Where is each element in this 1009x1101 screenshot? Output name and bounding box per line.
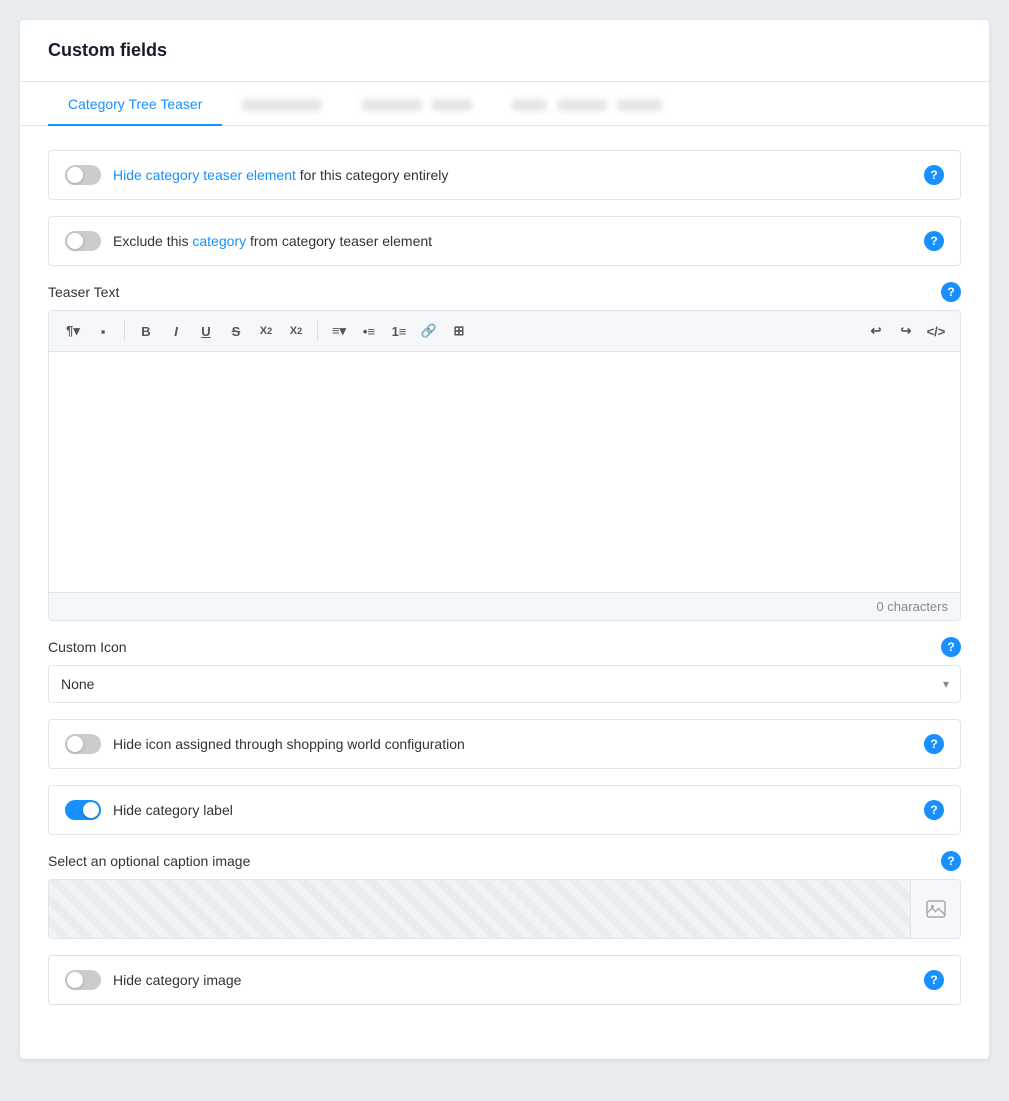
toolbar-format[interactable]: ▪ xyxy=(89,317,117,345)
toolbar-link[interactable]: 🔗 xyxy=(415,317,443,345)
hide-category-teaser-row: Hide category teaser element for this ca… xyxy=(48,150,961,200)
custom-icon-help[interactable]: ? xyxy=(941,637,961,657)
toolbar-ordered-list[interactable]: 1≡ xyxy=(385,317,413,345)
teaser-text-section: Teaser Text ? ¶▾ ▪ B I U S X2 xyxy=(48,282,961,621)
rich-text-editor: ¶▾ ▪ B I U S X2 X2 ≡▾ •≡ xyxy=(48,310,961,621)
editor-content-area[interactable] xyxy=(49,352,960,592)
hide-category-label-toggle[interactable] xyxy=(65,800,101,820)
hide-icon-row: Hide icon assigned through shopping worl… xyxy=(48,719,961,769)
tab-4[interactable] xyxy=(492,84,682,126)
caption-image-section: Select an optional caption image ? xyxy=(48,851,961,939)
hide-category-teaser-label: Hide category teaser element for this ca… xyxy=(113,167,448,183)
caption-image-help[interactable]: ? xyxy=(941,851,961,871)
tab-2[interactable] xyxy=(222,84,342,126)
page-title: Custom fields xyxy=(48,40,961,61)
toolbar-sep-1 xyxy=(124,321,125,341)
exclude-category-help[interactable]: ? xyxy=(924,231,944,251)
hide-category-image-row: Hide category image ? xyxy=(48,955,961,1005)
toolbar-italic[interactable]: I xyxy=(162,317,190,345)
hide-icon-toggle[interactable] xyxy=(65,734,101,754)
card-header: Custom fields xyxy=(20,20,989,82)
image-upload-area[interactable] xyxy=(48,879,961,939)
hide-category-image-help[interactable]: ? xyxy=(924,970,944,990)
toolbar-redo[interactable]: ↪ xyxy=(892,317,920,345)
exclude-category-toggle[interactable] xyxy=(65,231,101,251)
toolbar-underline[interactable]: U xyxy=(192,317,220,345)
hide-category-image-toggle[interactable] xyxy=(65,970,101,990)
hide-icon-label: Hide icon assigned through shopping worl… xyxy=(113,736,465,752)
toolbar-table[interactable]: ⊞ xyxy=(445,317,473,345)
exclude-category-label: Exclude this category from category teas… xyxy=(113,233,432,249)
hide-category-image-label: Hide category image xyxy=(113,972,241,988)
custom-icon-select[interactable]: None xyxy=(48,665,961,703)
hide-category-label-label: Hide category label xyxy=(113,802,233,818)
hide-category-teaser-toggle[interactable] xyxy=(65,165,101,185)
toolbar-superscript[interactable]: X2 xyxy=(252,317,280,345)
hide-category-teaser-help[interactable]: ? xyxy=(924,165,944,185)
custom-fields-card: Custom fields Category Tree Teaser Hide … xyxy=(20,20,989,1059)
toolbar-align[interactable]: ≡▾ xyxy=(325,317,353,345)
toolbar-sep-2 xyxy=(317,321,318,341)
toolbar-undo[interactable]: ↩ xyxy=(862,317,890,345)
custom-icon-label: Custom Icon xyxy=(48,639,127,655)
teaser-text-help[interactable]: ? xyxy=(941,282,961,302)
image-icon xyxy=(925,898,947,920)
toolbar-subscript[interactable]: X2 xyxy=(282,317,310,345)
caption-image-label: Select an optional caption image xyxy=(48,853,250,869)
toolbar-source[interactable]: </> xyxy=(922,317,950,345)
teaser-text-label: Teaser Text xyxy=(48,284,119,300)
toolbar-strikethrough[interactable]: S xyxy=(222,317,250,345)
char-count: 0 characters xyxy=(49,592,960,620)
custom-icon-select-wrapper: None ▾ xyxy=(48,665,961,703)
toolbar-bold[interactable]: B xyxy=(132,317,160,345)
editor-toolbar: ¶▾ ▪ B I U S X2 X2 ≡▾ •≡ xyxy=(49,311,960,352)
hide-category-label-row: Hide category label ? xyxy=(48,785,961,835)
content-area: Hide category teaser element for this ca… xyxy=(20,126,989,1029)
image-drop-zone[interactable] xyxy=(49,880,910,938)
hide-icon-help[interactable]: ? xyxy=(924,734,944,754)
exclude-category-row: Exclude this category from category teas… xyxy=(48,216,961,266)
image-browse-button[interactable] xyxy=(910,880,960,938)
tab-3[interactable] xyxy=(342,84,492,126)
toolbar-bullet-list[interactable]: •≡ xyxy=(355,317,383,345)
toolbar-paragraph[interactable]: ¶▾ xyxy=(59,317,87,345)
tabs-bar: Category Tree Teaser xyxy=(20,82,989,126)
custom-icon-section: Custom Icon ? None ▾ xyxy=(48,637,961,703)
tab-category-tree-teaser[interactable]: Category Tree Teaser xyxy=(48,82,222,126)
hide-category-label-help[interactable]: ? xyxy=(924,800,944,820)
